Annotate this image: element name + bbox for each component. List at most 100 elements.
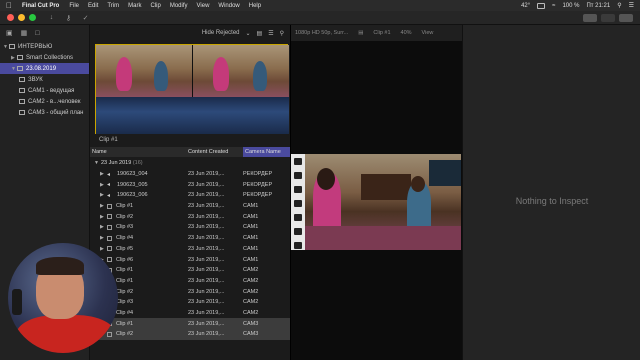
chevron-down-icon[interactable]: ⌄ xyxy=(246,30,251,37)
clip-name: Clip #1 xyxy=(116,267,134,274)
sidebar-item[interactable]: ▶ Smart Collections xyxy=(0,52,89,63)
sidebar-item[interactable]: CAM1 - ведущая xyxy=(0,85,89,96)
photos-tab-icon[interactable]: ▦ xyxy=(21,29,28,37)
apple-icon[interactable]:  xyxy=(6,1,12,10)
clip-row[interactable]: ▶ Clip #1 23 Jun 2019,... CAM1 xyxy=(90,201,290,212)
menu-icon[interactable]: ☰ xyxy=(629,2,634,9)
clip-camera: CAM1 xyxy=(243,224,259,231)
titles-tab-icon[interactable]: □ xyxy=(35,30,39,37)
zoom-window-button[interactable] xyxy=(29,14,36,21)
menu-item-clip[interactable]: Clip xyxy=(150,3,160,9)
view-dropdown[interactable]: View xyxy=(422,30,434,36)
sidebar-item[interactable]: ▼ 23.08.2019 xyxy=(0,63,89,74)
sidebar-item[interactable]: CAM3 - общий план xyxy=(0,107,89,118)
menu-items: File Edit Trim Mark Clip Modify View Window Help xyxy=(69,3,270,9)
app-menu[interactable]: Final Cut Pro xyxy=(22,3,59,9)
disclosure-triangle-icon[interactable]: ▶ xyxy=(100,182,107,188)
keyword-icon[interactable]: ⚷ xyxy=(63,14,74,22)
disclosure-triangle-icon[interactable]: ▶ xyxy=(100,246,107,252)
clip-row[interactable]: ▶Clip #123 Jun 2019,...CAM2 xyxy=(90,265,290,276)
disclosure-triangle-icon[interactable]: ▶ xyxy=(100,192,107,198)
library-row[interactable]: ▼ ИНТЕРВЬЮ xyxy=(0,41,89,52)
disclosure-triangle-icon[interactable]: ▶ xyxy=(100,203,107,209)
clip-row[interactable]: ▶ ◂ 190623_004 23 Jun 2019,... РЕКОРДЕР xyxy=(90,169,290,180)
zoom-dropdown[interactable]: 40% xyxy=(401,30,412,36)
clip-row[interactable]: ▶Clip #623 Jun 2019,...CAM1 xyxy=(90,254,290,265)
clip-rows: ▶ ◂ 190623_004 23 Jun 2019,... РЕКОРДЕР ▶ ◂ 190… xyxy=(90,169,290,340)
minimize-window-button[interactable] xyxy=(18,14,25,21)
column-content-created[interactable]: Content Created xyxy=(188,149,243,155)
clip-row[interactable]: ▶Clip #223 Jun 2019,...CAM3 xyxy=(90,329,290,340)
clip-appearance-icon[interactable]: ▤ xyxy=(257,30,263,37)
menu-item-trim[interactable]: Trim xyxy=(107,3,119,9)
display-icon[interactable] xyxy=(537,2,546,9)
clip-row[interactable]: ▶ Clip #2 23 Jun 2019,... CAM1 xyxy=(90,211,290,222)
filter-dropdown[interactable]: Hide Rejected xyxy=(202,30,240,36)
search-icon[interactable]: ⚲ xyxy=(617,2,621,9)
disclosure-triangle-icon[interactable]: ▶ xyxy=(100,224,107,230)
menu-item-mark[interactable]: Mark xyxy=(128,3,141,9)
background-tasks-icon[interactable]: ✓ xyxy=(80,14,91,22)
clip-camera: CAM2 xyxy=(243,309,259,316)
clip-row[interactable]: ▶ Clip #4 23 Jun 2019,... CAM1 xyxy=(90,233,290,244)
group-cell: ▼ 23 Jun 2019 (16) xyxy=(90,160,188,166)
inspector-toggle[interactable] xyxy=(619,13,633,22)
viewer-pane: 1080p HD 50p, Surr... ▤ Clip #1 40% View xyxy=(290,25,462,360)
close-window-button[interactable] xyxy=(7,14,14,21)
clip-created: 23 Jun 2019,... xyxy=(188,331,225,338)
disclosure-triangle-icon[interactable]: ▼ xyxy=(94,160,101,166)
sidebar-item-label: ЗВУК xyxy=(28,76,43,83)
clock[interactable]: Пт 21:21 xyxy=(586,3,610,9)
viewer-clip-name: Clip #1 xyxy=(373,30,391,36)
list-view-icon[interactable]: ☰ xyxy=(268,30,273,37)
disclosure-triangle-icon[interactable]: ▶ xyxy=(100,235,107,241)
menu-item-file[interactable]: File xyxy=(69,3,79,9)
clip-created: 23 Jun 2019,... xyxy=(188,245,225,252)
clip-created: 23 Jun 2019,... xyxy=(188,192,225,199)
clip-name: 190623_005 xyxy=(117,181,148,188)
clip-name: Clip #6 xyxy=(116,256,134,263)
clip-created: 23 Jun 2019,... xyxy=(188,203,225,210)
clip-row[interactable]: ▶ Clip #3 23 Jun 2019,... CAM1 xyxy=(90,222,290,233)
clip-camera: РЕКОРДЕР xyxy=(243,192,273,199)
import-icon[interactable]: ↓ xyxy=(46,14,57,22)
clip-created: 23 Jun 2019,... xyxy=(188,224,225,231)
libraries-tab-icon[interactable]: ▣ xyxy=(6,29,13,37)
clip-row[interactable]: ▶ Clip #5 23 Jun 2019,... CAM1 xyxy=(90,244,290,255)
search-icon[interactable]: ⚲ xyxy=(280,30,284,37)
filmstrip-thumbnail[interactable] xyxy=(193,45,289,97)
clip-row[interactable]: ▶Clip #423 Jun 2019,...CAM2 xyxy=(90,308,290,319)
clip-name-cell: ▶ ◂ 190623_005 xyxy=(90,181,188,189)
clip-row[interactable]: ▶ ◂ 190623_005 23 Jun 2019,... РЕКОРДЕР xyxy=(90,179,290,190)
clip-row[interactable]: ▶Clip #123 Jun 2019,...CAM2 xyxy=(90,276,290,287)
timeline-toggle[interactable] xyxy=(601,13,615,22)
clip-row[interactable]: ▶Clip #323 Jun 2019,...CAM2 xyxy=(90,297,290,308)
person-shape xyxy=(154,61,168,91)
sidebar-item[interactable]: ЗВУК xyxy=(0,74,89,85)
microphone-shape xyxy=(12,289,22,315)
menu-item-help[interactable]: Help xyxy=(249,3,261,9)
battery-readout[interactable]: 100 % xyxy=(562,3,579,9)
group-date: 23 Jun 2019 xyxy=(101,160,132,167)
video-frame[interactable] xyxy=(291,154,461,250)
menu-item-view[interactable]: View xyxy=(197,3,210,9)
filmstrip-thumbnail[interactable] xyxy=(96,45,192,97)
clip-camera: РЕКОРДЕР xyxy=(243,181,273,188)
disclosure-triangle-icon[interactable]: ▶ xyxy=(100,171,107,177)
menu-item-modify[interactable]: Modify xyxy=(170,3,188,9)
column-camera-name[interactable]: Camera Name xyxy=(243,147,290,157)
clip-row[interactable]: ▶Clip #223 Jun 2019,...CAM2 xyxy=(90,286,290,297)
menu-item-edit[interactable]: Edit xyxy=(88,3,98,9)
format-label: 1080p HD 50p, Surr... xyxy=(295,30,349,36)
group-row[interactable]: ▼ 23 Jun 2019 (16) xyxy=(90,158,290,169)
browser-toggle[interactable] xyxy=(583,13,597,22)
clip-row[interactable]: ▶ ◂ 190623_006 23 Jun 2019,... РЕКОРДЕР xyxy=(90,190,290,201)
column-name[interactable]: Name xyxy=(90,149,188,155)
menu-item-window[interactable]: Window xyxy=(218,3,239,9)
sidebar-items: ▶ Smart Collections ▼ 23.08.2019 ЗВУК CAM1 - … xyxy=(0,52,89,118)
clip-row[interactable]: ▶Clip #123 Jun 2019,...CAM3 xyxy=(90,318,290,329)
filmstrip[interactable] xyxy=(95,44,289,134)
sidebar-item[interactable]: CAM2 - в...человек xyxy=(0,96,89,107)
disclosure-triangle-icon[interactable]: ▶ xyxy=(100,214,107,220)
wifi-icon[interactable]: ≈ xyxy=(552,3,555,9)
